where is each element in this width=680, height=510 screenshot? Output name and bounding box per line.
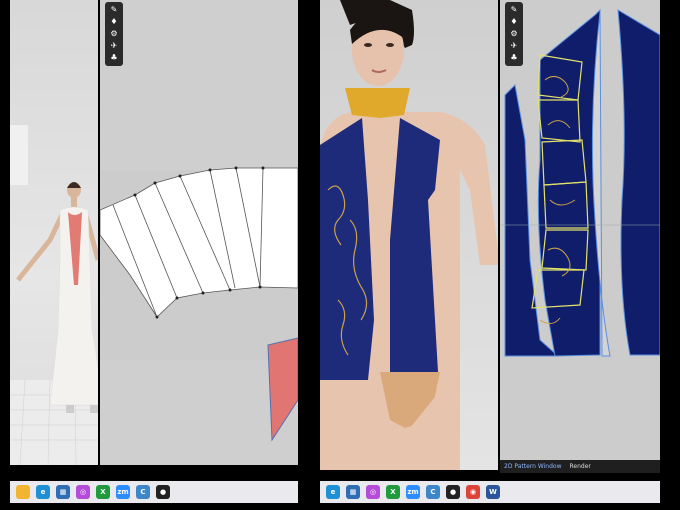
taskbar-left: e ▦ ◎ Xzm C ● [10, 481, 298, 503]
app-icon[interactable]: ◎ [76, 485, 90, 499]
clo-icon[interactable]: C [136, 485, 150, 499]
right-3d-viewport[interactable] [320, 0, 498, 470]
taskbar-right: e ▦ ◎ Xzm C ● ◉ W [320, 481, 660, 503]
record-icon[interactable]: ● [156, 485, 170, 499]
zoom-icon[interactable]: zm [406, 485, 420, 499]
xbox-icon[interactable]: X [386, 485, 400, 499]
chrome-icon[interactable]: ◉ [466, 485, 480, 499]
left-2d-pattern-window[interactable]: ✎ ♦ ⚙ ✈ ♣ [100, 0, 298, 465]
store-icon[interactable]: ▦ [56, 485, 70, 499]
window-tab-bar: 2D Pattern Window Render [500, 460, 660, 473]
left-3d-viewport[interactable] [10, 0, 98, 465]
file-explorer-icon[interactable] [16, 485, 30, 499]
right-2d-pattern-window[interactable]: ✎ ♦ ⚙ ✈ ♣ [500, 0, 660, 460]
avatar-white-dress [10, 125, 98, 465]
clo-icon[interactable]: C [426, 485, 440, 499]
tab-render[interactable]: Render [570, 463, 591, 470]
zoom-icon[interactable]: zm [116, 485, 130, 499]
edge-icon[interactable]: e [326, 485, 340, 499]
back-panel-blue [617, 9, 660, 356]
record-icon[interactable]: ● [446, 485, 460, 499]
store-icon[interactable]: ▦ [346, 485, 360, 499]
edge-icon[interactable]: e [36, 485, 50, 499]
right-pattern-canvas [500, 8, 660, 357]
xbox-icon[interactable]: X [96, 485, 110, 499]
tab-2d-pattern-window[interactable]: 2D Pattern Window [504, 463, 562, 470]
app-icon[interactable]: ◎ [366, 485, 380, 499]
bodice-panel-pink [267, 337, 298, 442]
avatar-blue-dress [320, 0, 498, 470]
left-pattern-canvas [100, 166, 298, 442]
word-icon[interactable]: W [486, 485, 500, 499]
